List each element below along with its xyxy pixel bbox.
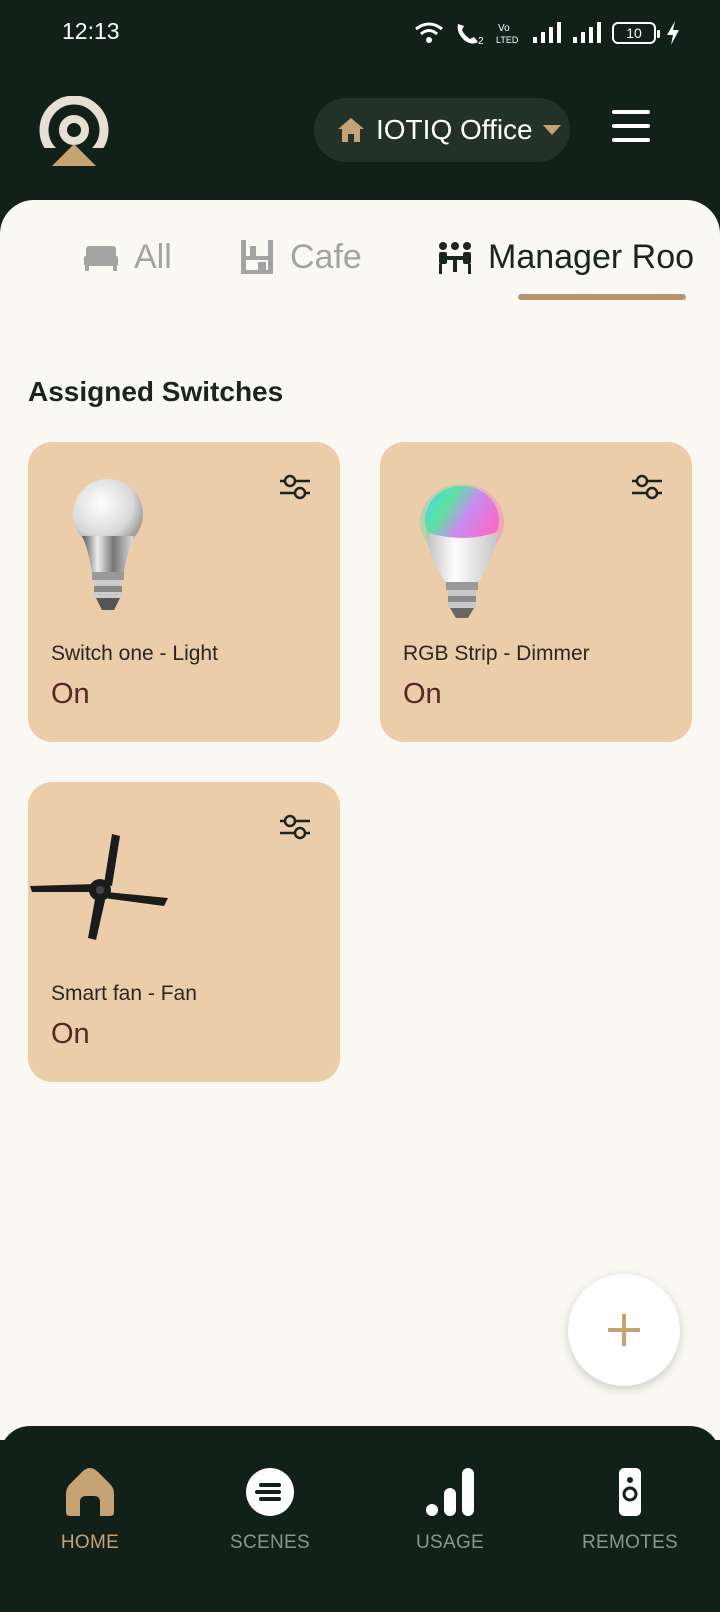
tab-manager-room[interactable]: Manager Roo	[436, 232, 694, 282]
tab-label: Manager Roo	[488, 237, 695, 276]
nav-usage[interactable]: USAGE	[380, 1466, 520, 1576]
nav-label: USAGE	[415, 1532, 485, 1553]
bottom-navigation: HOME SCENES USAGE REMOTES	[0, 1426, 720, 1612]
location-name: IOTIQ Office	[376, 114, 533, 145]
cafe-shelf-icon	[241, 240, 273, 274]
signal-icon	[533, 22, 561, 43]
light-bulb-image	[73, 479, 143, 610]
meeting-people-icon	[439, 242, 471, 274]
chevron-down-icon	[542, 125, 561, 135]
nav-label: SCENES	[230, 1532, 310, 1553]
switch-card-dimmer[interactable]: RGB Strip - Dimmer On	[380, 442, 692, 742]
tab-label: Cafe	[290, 237, 362, 276]
add-switch-button[interactable]	[568, 1274, 680, 1386]
home-icon	[338, 118, 364, 142]
status-time: 12:13	[62, 18, 120, 44]
switch-state: On	[51, 678, 90, 710]
nav-remotes[interactable]: REMOTES	[560, 1466, 700, 1576]
room-tabs: All Cafe Manager Roo	[0, 200, 720, 310]
switch-name: RGB Strip - Dimmer	[403, 642, 590, 665]
svg-text:LTED: LTED	[496, 35, 519, 45]
plus-icon	[608, 1314, 640, 1346]
sliders-icon[interactable]	[278, 472, 312, 502]
main-panel: All Cafe Manager Roo Assigned Switches S…	[0, 200, 720, 1440]
location-selector[interactable]: IOTIQ Office	[314, 98, 570, 162]
battery-icon: 10	[612, 22, 660, 44]
nav-label: HOME	[60, 1532, 120, 1553]
status-icons: 2 Vo LTED 10	[414, 18, 680, 48]
svg-text:2: 2	[478, 36, 484, 46]
switch-card-light[interactable]: Switch one - Light On	[28, 442, 340, 742]
tab-cafe[interactable]: Cafe	[238, 232, 362, 282]
switch-name: Smart fan - Fan	[51, 982, 197, 1005]
sliders-icon[interactable]	[630, 472, 664, 502]
tab-all[interactable]: All	[82, 232, 172, 282]
app-header: IOTIQ Office	[0, 66, 720, 200]
home-icon	[66, 1468, 114, 1516]
scenes-icon	[246, 1468, 294, 1516]
switch-name: Switch one - Light	[51, 642, 218, 665]
status-bar: 12:13 2 Vo LTED 10	[0, 0, 720, 66]
nav-scenes[interactable]: SCENES	[200, 1466, 340, 1576]
switch-card-fan[interactable]: Smart fan - Fan On	[28, 782, 340, 1082]
nav-label: REMOTES	[581, 1532, 679, 1553]
wifi-calling-icon: 2	[457, 24, 484, 46]
usage-bars-icon	[426, 1468, 474, 1516]
signal-icon	[573, 22, 601, 43]
hamburger-menu-icon[interactable]	[612, 110, 652, 146]
wifi-icon	[415, 22, 443, 43]
switch-state: On	[403, 678, 442, 710]
active-tab-indicator	[518, 294, 686, 300]
app-logo	[38, 96, 110, 168]
sliders-icon[interactable]	[278, 812, 312, 842]
bed-icon	[84, 246, 118, 271]
remote-icon	[619, 1468, 641, 1516]
section-title: Assigned Switches	[28, 376, 284, 407]
volte-icon: Vo LTED	[496, 23, 519, 45]
ceiling-fan-image	[30, 834, 168, 940]
charging-icon	[667, 21, 679, 45]
switch-state: On	[51, 1018, 90, 1050]
nav-home[interactable]: HOME	[20, 1466, 160, 1576]
rgb-bulb-image	[420, 484, 504, 618]
tab-label: All	[134, 237, 172, 276]
svg-text:Vo: Vo	[498, 23, 510, 34]
